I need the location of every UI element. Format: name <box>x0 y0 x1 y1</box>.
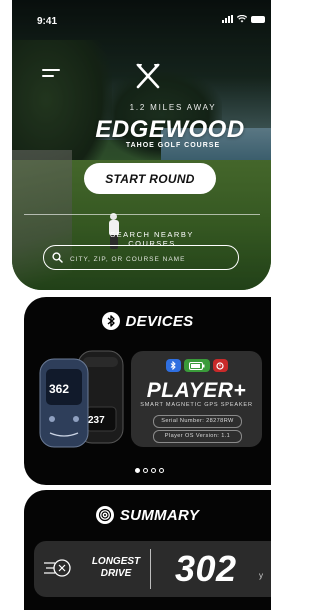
target-icon <box>95 506 114 524</box>
stat-label-line2: DRIVE <box>100 568 132 579</box>
signal-icon <box>222 15 233 23</box>
devices-header: DEVICES <box>24 312 271 330</box>
device-status-badges <box>131 359 262 372</box>
gps-speaker-device-image: 237 362 <box>39 350 124 448</box>
carousel-dots[interactable] <box>135 468 164 473</box>
alert-icon <box>212 359 228 372</box>
status-bar: 9:41 <box>0 0 271 28</box>
summary-card: SUMMARY LONGEST DRIVE 302 y <box>24 490 271 610</box>
course-search-box[interactable] <box>43 245 239 270</box>
stat-value: 302 <box>175 548 237 589</box>
status-icons <box>222 15 265 23</box>
carousel-dot[interactable] <box>135 468 140 473</box>
crossed-clubs-logo-icon <box>136 63 160 89</box>
stat-label-line1: LONGEST <box>91 556 141 567</box>
start-round-button[interactable]: START ROUND <box>84 163 216 194</box>
device-serial: Serial Number: 28278RW <box>153 415 242 428</box>
carousel-dot[interactable] <box>143 468 148 473</box>
wifi-icon <box>237 15 247 23</box>
longest-drive-stat[interactable]: LONGEST DRIVE 302 y <box>34 541 271 597</box>
devices-card: DEVICES 237 362 PLAYER+ SMART MAGNETIC G… <box>24 297 271 485</box>
carousel-dot[interactable] <box>159 468 164 473</box>
stat-unit: y <box>259 571 263 580</box>
hero-divider <box>24 214 260 215</box>
bluetooth-icon <box>165 359 181 372</box>
course-subtitle: TAHOE GOLF COURSE <box>125 142 221 149</box>
stat-label: LONGEST DRIVE <box>90 556 142 580</box>
search-icon <box>52 252 63 263</box>
summary-title: SUMMARY <box>119 506 200 524</box>
battery-icon <box>183 359 210 372</box>
menu-icon[interactable] <box>42 69 60 81</box>
golf-ball-speed-icon <box>44 559 71 577</box>
course-search-input[interactable] <box>68 251 232 267</box>
devices-title: DEVICES <box>125 312 194 330</box>
course-name: EDGEWOOD <box>95 116 245 143</box>
summary-header: SUMMARY <box>24 506 271 524</box>
player-device-panel[interactable]: PLAYER+ SMART MAGNETIC GPS SPEAKER Seria… <box>131 351 262 447</box>
stat-divider <box>150 549 151 589</box>
status-time: 9:41 <box>37 16 58 27</box>
device-screen-value-1: 362 <box>49 382 69 396</box>
battery-status-icon <box>251 15 265 23</box>
device-screen-value-2: 237 <box>88 415 105 426</box>
device-name: PLAYER+ <box>146 379 247 402</box>
carousel-dot[interactable] <box>151 468 156 473</box>
bluetooth-header-icon <box>101 312 120 330</box>
device-subtitle: SMART MAGNETIC GPS SPEAKER <box>140 402 253 408</box>
device-os-version: Player OS Version: 1.1 <box>153 430 242 443</box>
course-distance: 1.2 MILES AWAY <box>129 103 217 112</box>
